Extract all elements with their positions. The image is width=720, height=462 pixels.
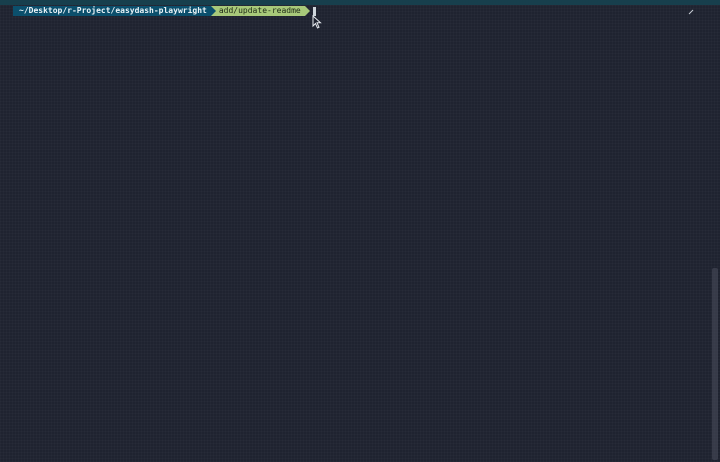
prompt-path-segment: ~/Desktop/r-Project/easydash-playwright (13, 6, 211, 16)
powerline-separator-icon (304, 6, 310, 16)
vertical-scrollbar[interactable] (712, 268, 718, 460)
shell-prompt: ~/Desktop/r-Project/easydash-playwright … (13, 6, 316, 16)
mouse-pointer-icon (312, 15, 322, 29)
prompt-branch-segment: add/update-readme (215, 6, 305, 16)
terminal-window[interactable]: ~/Desktop/r-Project/easydash-playwright … (0, 0, 720, 462)
resize-icon[interactable] (688, 9, 694, 15)
title-bar-edge (0, 0, 720, 5)
